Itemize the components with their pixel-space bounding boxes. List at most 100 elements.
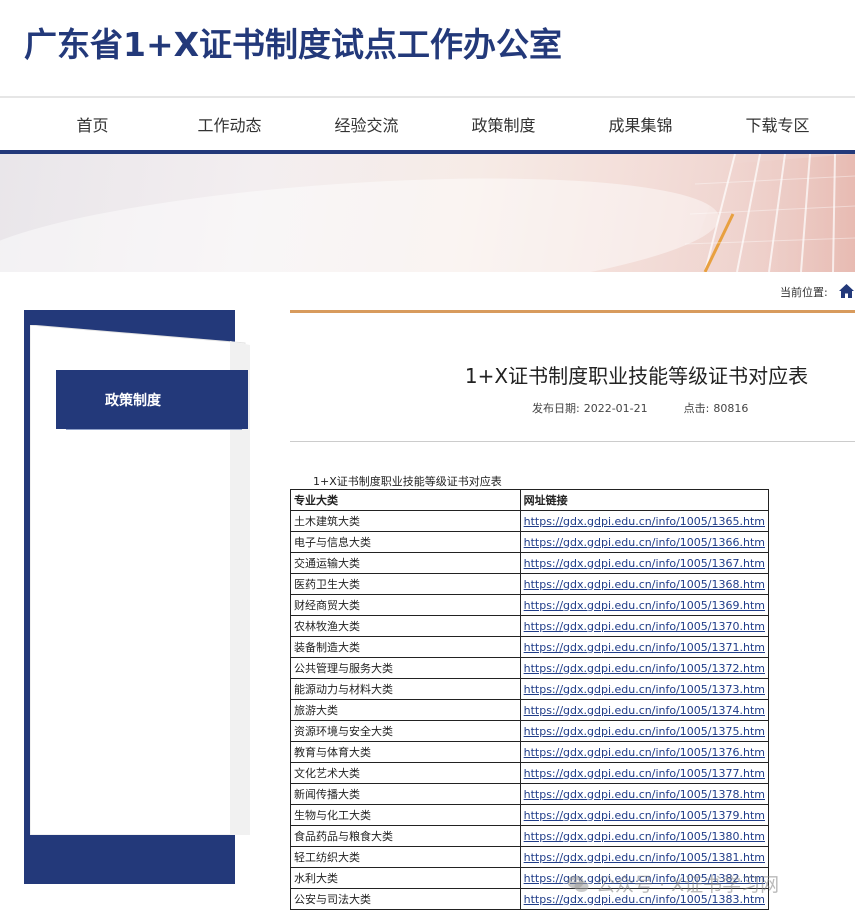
link-cell: https://gdx.gdpi.edu.cn/info/1005/1375.h… bbox=[519, 720, 770, 742]
category-cell: 财经商贸大类 bbox=[290, 594, 521, 616]
category-link[interactable]: https://gdx.gdpi.edu.cn/info/1005/1369.h… bbox=[524, 599, 765, 612]
banner-image bbox=[0, 154, 855, 272]
publish-date: 2022-01-21 bbox=[583, 402, 648, 415]
category-link[interactable]: https://gdx.gdpi.edu.cn/info/1005/1365.h… bbox=[524, 515, 765, 528]
category-cell: 旅游大类 bbox=[290, 699, 521, 721]
watermark-text: 公众号 · X证书学习网 bbox=[596, 874, 780, 896]
link-cell: https://gdx.gdpi.edu.cn/info/1005/1370.h… bbox=[519, 615, 770, 637]
wechat-icon bbox=[567, 875, 589, 892]
clicks-count: 80816 bbox=[713, 402, 749, 415]
link-cell: https://gdx.gdpi.edu.cn/info/1005/1381.h… bbox=[519, 846, 770, 868]
sidebar-item-underline bbox=[66, 429, 242, 430]
category-link[interactable]: https://gdx.gdpi.edu.cn/info/1005/1376.h… bbox=[524, 746, 765, 759]
category-cell: 生物与化工大类 bbox=[290, 804, 521, 826]
table-row: 财经商贸大类 https://gdx.gdpi.edu.cn/info/1005/… bbox=[290, 594, 770, 616]
category-cell: 食品药品与粮食大类 bbox=[290, 825, 521, 847]
banner-building-graphic bbox=[684, 154, 855, 272]
category-link[interactable]: https://gdx.gdpi.edu.cn/info/1005/1375.h… bbox=[524, 725, 765, 738]
category-cell: 医药卫生大类 bbox=[290, 573, 521, 595]
column-header-link: 网址链接 bbox=[519, 489, 770, 511]
category-cell: 水利大类 bbox=[290, 867, 521, 889]
site-title: 广东省1+X证书制度试点工作办公室 bbox=[24, 25, 563, 64]
article-divider bbox=[290, 441, 855, 442]
link-cell: https://gdx.gdpi.edu.cn/info/1005/1369.h… bbox=[519, 594, 770, 616]
breadcrumb-label: 当前位置: bbox=[780, 286, 828, 299]
nav-item-work-news[interactable]: 工作动态 bbox=[161, 112, 298, 136]
table-row: 交通运输大类 https://gdx.gdpi.edu.cn/info/1005/… bbox=[290, 552, 770, 574]
category-cell: 公共管理与服务大类 bbox=[290, 657, 521, 679]
nav-item-home[interactable]: 首页 bbox=[24, 112, 161, 136]
category-link[interactable]: https://gdx.gdpi.edu.cn/info/1005/1380.h… bbox=[524, 830, 765, 843]
table-row: 文化艺术大类 https://gdx.gdpi.edu.cn/info/1005/… bbox=[290, 762, 770, 784]
category-link[interactable]: https://gdx.gdpi.edu.cn/info/1005/1374.h… bbox=[524, 704, 765, 717]
publish-date-label: 发布日期: bbox=[532, 402, 580, 415]
link-cell: https://gdx.gdpi.edu.cn/info/1005/1371.h… bbox=[519, 636, 770, 658]
category-cell: 教育与体育大类 bbox=[290, 741, 521, 763]
category-cell: 公安与司法大类 bbox=[290, 888, 521, 910]
link-cell: https://gdx.gdpi.edu.cn/info/1005/1365.h… bbox=[519, 510, 770, 532]
nav-item-policy[interactable]: 政策制度 bbox=[435, 112, 572, 136]
banner-swoosh bbox=[0, 157, 724, 272]
table-row: 教育与体育大类 https://gdx.gdpi.edu.cn/info/1005… bbox=[290, 741, 770, 763]
table-header-row: 专业大类 网址链接 bbox=[290, 489, 770, 511]
link-cell: https://gdx.gdpi.edu.cn/info/1005/1380.h… bbox=[519, 825, 770, 847]
content-top-rule bbox=[290, 310, 855, 313]
category-cell: 电子与信息大类 bbox=[290, 531, 521, 553]
sidebar-item-policy[interactable]: 政策制度 bbox=[56, 370, 248, 429]
nav-item-experience[interactable]: 经验交流 bbox=[298, 112, 435, 136]
category-cell: 文化艺术大类 bbox=[290, 762, 521, 784]
table-row: 土木建筑大类 https://gdx.gdpi.edu.cn/info/1005/… bbox=[290, 510, 770, 532]
table-row: 轻工纺织大类 https://gdx.gdpi.edu.cn/info/1005/… bbox=[290, 846, 770, 868]
category-link[interactable]: https://gdx.gdpi.edu.cn/info/1005/1367.h… bbox=[524, 557, 765, 570]
link-cell: https://gdx.gdpi.edu.cn/info/1005/1368.h… bbox=[519, 573, 770, 595]
main-nav: 首页 工作动态 经验交流 政策制度 成果集锦 下载专区 bbox=[0, 98, 855, 150]
table-row: 新闻传播大类 https://gdx.gdpi.edu.cn/info/1005/… bbox=[290, 783, 770, 805]
table-row: 农林牧渔大类 https://gdx.gdpi.edu.cn/info/1005/… bbox=[290, 615, 770, 637]
home-icon[interactable] bbox=[838, 283, 855, 299]
category-cell: 土木建筑大类 bbox=[290, 510, 521, 532]
category-cell: 新闻传播大类 bbox=[290, 783, 521, 805]
category-link[interactable]: https://gdx.gdpi.edu.cn/info/1005/1370.h… bbox=[524, 620, 765, 633]
table-row: 资源环境与安全大类 https://gdx.gdpi.edu.cn/info/10… bbox=[290, 720, 770, 742]
category-link[interactable]: https://gdx.gdpi.edu.cn/info/1005/1381.h… bbox=[524, 851, 765, 864]
table-row: 公共管理与服务大类 https://gdx.gdpi.edu.cn/info/10… bbox=[290, 657, 770, 679]
category-link[interactable]: https://gdx.gdpi.edu.cn/info/1005/1379.h… bbox=[524, 809, 765, 822]
table-row: 生物与化工大类 https://gdx.gdpi.edu.cn/info/1005… bbox=[290, 804, 770, 826]
category-cell: 能源动力与材料大类 bbox=[290, 678, 521, 700]
nav-item-achievements[interactable]: 成果集锦 bbox=[572, 112, 709, 136]
table-row: 装备制造大类 https://gdx.gdpi.edu.cn/info/1005/… bbox=[290, 636, 770, 658]
link-cell: https://gdx.gdpi.edu.cn/info/1005/1376.h… bbox=[519, 741, 770, 763]
category-link[interactable]: https://gdx.gdpi.edu.cn/info/1005/1373.h… bbox=[524, 683, 765, 696]
category-link[interactable]: https://gdx.gdpi.edu.cn/info/1005/1371.h… bbox=[524, 641, 765, 654]
table-caption: 1+X证书制度职业技能等级证书对应表 bbox=[313, 475, 502, 488]
category-cell: 资源环境与安全大类 bbox=[290, 720, 521, 742]
link-cell: https://gdx.gdpi.edu.cn/info/1005/1367.h… bbox=[519, 552, 770, 574]
sidebar-item-label: 政策制度 bbox=[105, 392, 161, 409]
category-cell: 装备制造大类 bbox=[290, 636, 521, 658]
table-row: 旅游大类 https://gdx.gdpi.edu.cn/info/1005/13… bbox=[290, 699, 770, 721]
category-cell: 交通运输大类 bbox=[290, 552, 521, 574]
link-cell: https://gdx.gdpi.edu.cn/info/1005/1379.h… bbox=[519, 804, 770, 826]
category-link[interactable]: https://gdx.gdpi.edu.cn/info/1005/1377.h… bbox=[524, 767, 765, 780]
nav-item-downloads[interactable]: 下载专区 bbox=[709, 112, 846, 136]
category-link[interactable]: https://gdx.gdpi.edu.cn/info/1005/1366.h… bbox=[524, 536, 765, 549]
watermark: 公众号 · X证书学习网 bbox=[566, 870, 779, 897]
column-header-category: 专业大类 bbox=[290, 489, 521, 511]
table-row: 能源动力与材料大类 https://gdx.gdpi.edu.cn/info/10… bbox=[290, 678, 770, 700]
link-cell: https://gdx.gdpi.edu.cn/info/1005/1372.h… bbox=[519, 657, 770, 679]
table-row: 食品药品与粮食大类 https://gdx.gdpi.edu.cn/info/10… bbox=[290, 825, 770, 847]
article-meta: 发布日期: 2022-01-21 点击: 80816 bbox=[532, 400, 758, 416]
category-link[interactable]: https://gdx.gdpi.edu.cn/info/1005/1378.h… bbox=[524, 788, 765, 801]
article-title: 1+X证书制度职业技能等级证书对应表 bbox=[464, 364, 809, 388]
link-cell: https://gdx.gdpi.edu.cn/info/1005/1378.h… bbox=[519, 783, 770, 805]
category-link[interactable]: https://gdx.gdpi.edu.cn/info/1005/1368.h… bbox=[524, 578, 765, 591]
table-row: 医药卫生大类 https://gdx.gdpi.edu.cn/info/1005/… bbox=[290, 573, 770, 595]
link-cell: https://gdx.gdpi.edu.cn/info/1005/1373.h… bbox=[519, 678, 770, 700]
certificate-table: 专业大类 网址链接 土木建筑大类 https://gdx.gdpi.edu.cn/… bbox=[290, 489, 770, 910]
link-cell: https://gdx.gdpi.edu.cn/info/1005/1366.h… bbox=[519, 531, 770, 553]
category-cell: 轻工纺织大类 bbox=[290, 846, 521, 868]
category-link[interactable]: https://gdx.gdpi.edu.cn/info/1005/1372.h… bbox=[524, 662, 765, 675]
link-cell: https://gdx.gdpi.edu.cn/info/1005/1377.h… bbox=[519, 762, 770, 784]
clicks-label: 点击: bbox=[683, 402, 710, 415]
link-cell: https://gdx.gdpi.edu.cn/info/1005/1374.h… bbox=[519, 699, 770, 721]
